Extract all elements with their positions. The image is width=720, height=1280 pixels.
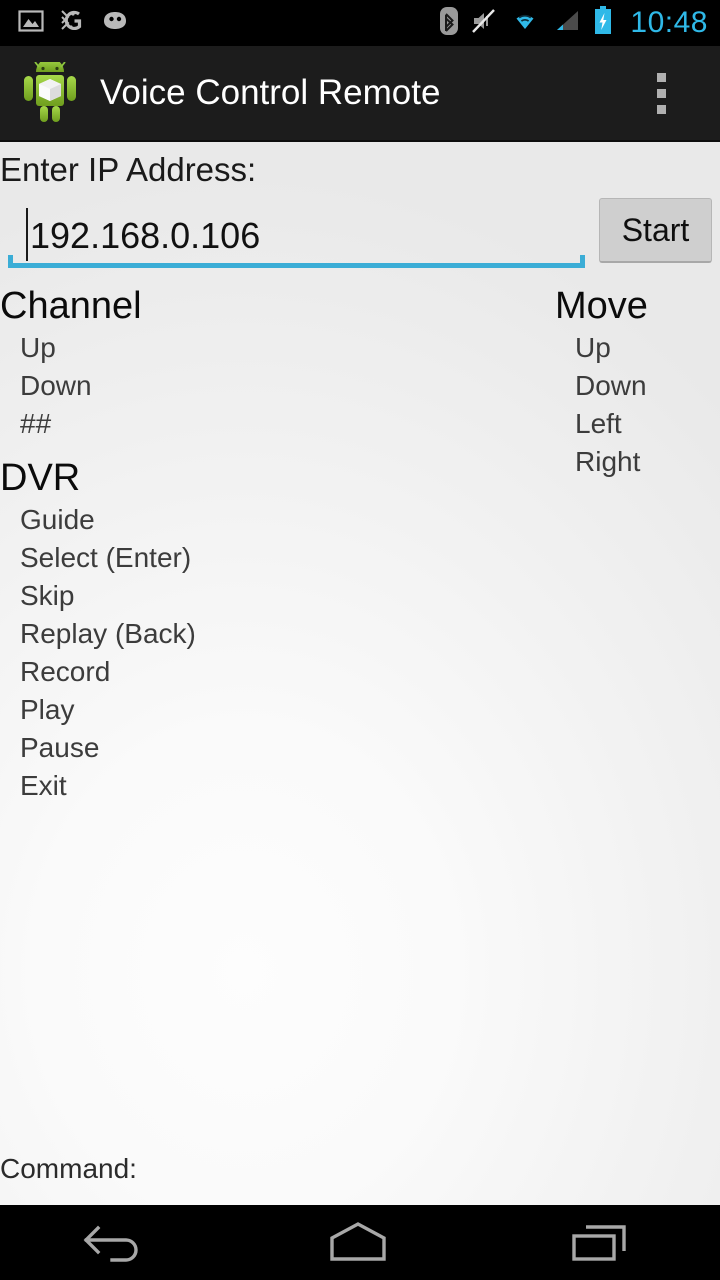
list-item[interactable]: Pause [0, 729, 520, 767]
navigation-bar [0, 1205, 720, 1280]
section-heading-move: Move [555, 285, 648, 327]
list-item[interactable]: Down [555, 367, 720, 405]
ip-address-input[interactable]: 192.168.0.106 [8, 203, 585, 269]
ip-input-underline [8, 255, 585, 268]
ip-address-label: Enter IP Address: [0, 151, 257, 188]
list-item[interactable]: Exit [0, 767, 520, 805]
left-command-column: Channel Up Down ## DVR Guide Select (Ent… [0, 283, 520, 805]
overflow-menu-icon[interactable] [647, 65, 676, 122]
overflow-dot [657, 104, 666, 114]
cell-signal-icon [552, 8, 582, 39]
home-icon[interactable] [278, 1213, 438, 1273]
screenshot-icon [18, 8, 44, 39]
right-command-column: Move Up Down Left Right [555, 283, 720, 481]
list-item[interactable]: Up [0, 329, 520, 367]
cyanogenmod-face-icon [100, 9, 130, 38]
move-command-list: Up Down Left Right [555, 329, 720, 481]
list-item[interactable]: Record [0, 653, 520, 691]
volume-mute-icon [470, 7, 498, 40]
overflow-dot [657, 88, 666, 98]
list-item[interactable]: Guide [0, 501, 520, 539]
section-heading-dvr: DVR [0, 457, 81, 499]
start-button[interactable]: Start [599, 198, 712, 263]
status-bar-notifications [0, 8, 130, 39]
status-bar: 10:48 [0, 0, 720, 46]
text-caret [26, 208, 28, 261]
battery-charging-icon [593, 5, 613, 41]
list-item[interactable]: Left [555, 405, 720, 443]
recents-icon[interactable] [522, 1213, 678, 1273]
list-item[interactable]: Skip [0, 577, 520, 615]
ip-address-value: 192.168.0.106 [30, 215, 261, 256]
page-title: Voice Control Remote [100, 73, 441, 112]
list-item[interactable]: Replay (Back) [0, 615, 520, 653]
dvr-command-list: Guide Select (Enter) Skip Replay (Back) … [0, 501, 520, 805]
phone-screen: 10:48 Voice Control Remote Enter IP Addr… [0, 0, 720, 1280]
list-item[interactable]: Play [0, 691, 520, 729]
back-icon[interactable] [42, 1214, 194, 1272]
list-item[interactable]: Down [0, 367, 520, 405]
main-content: Enter IP Address: 192.168.0.106 Start Ch… [0, 142, 720, 1205]
google-bluetooth-icon [58, 8, 86, 39]
status-bar-system-icons: 10:48 [439, 5, 720, 41]
list-item[interactable]: Select (Enter) [0, 539, 520, 577]
wifi-icon [509, 8, 541, 39]
action-bar: Voice Control Remote [0, 46, 720, 142]
overflow-dot [657, 72, 666, 82]
list-item[interactable]: Up [555, 329, 720, 367]
bluetooth-icon [439, 6, 459, 41]
command-status-label: Command: [0, 1153, 137, 1184]
channel-command-list: Up Down ## [0, 329, 520, 443]
section-heading-channel: Channel [0, 285, 142, 327]
ip-input-row: 192.168.0.106 Start [0, 198, 720, 275]
list-item[interactable]: ## [0, 405, 520, 443]
list-item[interactable]: Right [555, 443, 720, 481]
android-robot-icon [22, 58, 78, 124]
status-bar-clock: 10:48 [630, 6, 708, 39]
